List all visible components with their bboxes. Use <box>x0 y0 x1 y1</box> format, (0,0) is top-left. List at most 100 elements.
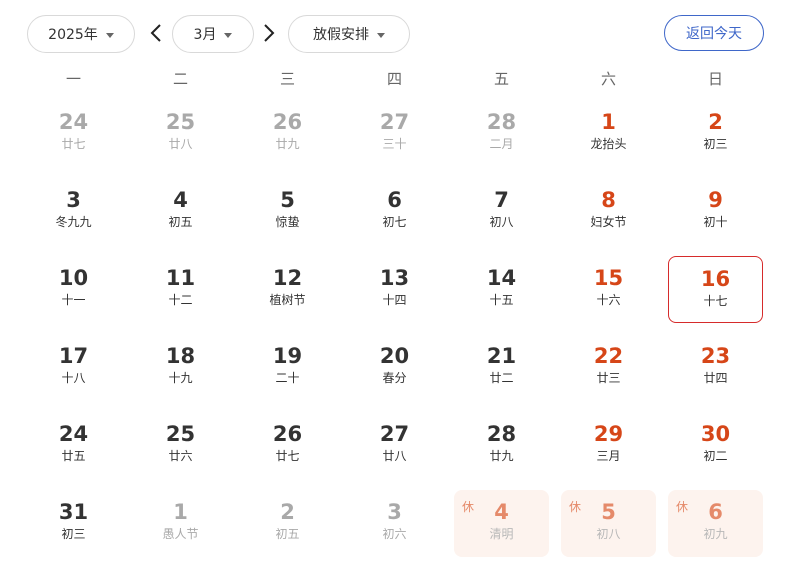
calendar-day[interactable]: 22 廿三 <box>561 334 656 401</box>
weekday-label: 四 <box>386 70 402 88</box>
calendar-day[interactable]: 29 三月 <box>561 412 656 479</box>
day-number: 5 <box>280 188 295 212</box>
calendar-day[interactable]: 25 廿八 <box>133 100 228 167</box>
month-select-label: 3月 <box>193 27 217 43</box>
calendar-day[interactable]: 28 二月 <box>454 100 549 167</box>
calendar-day[interactable]: 3 初六 <box>347 490 442 557</box>
calendar-day[interactable]: 5 惊蛰 <box>240 178 335 245</box>
day-number: 25 <box>165 422 196 446</box>
day-number: 28 <box>486 110 517 134</box>
day-number: 8 <box>601 188 616 212</box>
day-number: 22 <box>593 344 624 368</box>
calendar-grid: 24 廿七 25 廿八 26 廿九 27 三十 28 二月 1 龙抬头 2 初三 3 冬九九 4 初五 5 惊蛰 6 初七… <box>20 100 772 570</box>
chevron-left-icon <box>150 24 161 42</box>
calendar-day[interactable]: 20 春分 <box>347 334 442 401</box>
month-select[interactable]: 3月 <box>172 15 254 53</box>
lunar-date: 初八 <box>596 527 621 541</box>
calendar-day[interactable]: 23 廿四 <box>668 334 763 401</box>
calendar-day[interactable]: 12 植树节 <box>240 256 335 323</box>
calendar-day[interactable]: 6 初七 <box>347 178 442 245</box>
weekday-label: 日 <box>707 70 723 88</box>
calendar-day[interactable]: 11 十二 <box>133 256 228 323</box>
day-number: 14 <box>486 266 517 290</box>
calendar-day[interactable]: 2 初五 <box>240 490 335 557</box>
day-number: 26 <box>272 422 303 446</box>
lunar-date: 初五 <box>168 215 193 229</box>
day-number: 7 <box>494 188 509 212</box>
lunar-date: 妇女节 <box>590 215 627 229</box>
lunar-date: 初十 <box>703 215 728 229</box>
day-number: 20 <box>379 344 410 368</box>
calendar-day-today[interactable]: 16 十七 <box>668 256 763 323</box>
calendar-day[interactable]: 30 初二 <box>668 412 763 479</box>
calendar-day[interactable]: 3 冬九九 <box>26 178 121 245</box>
calendar-day[interactable]: 27 三十 <box>347 100 442 167</box>
day-number: 15 <box>593 266 624 290</box>
chevron-right-icon <box>264 24 275 42</box>
calendar-day[interactable]: 19 二十 <box>240 334 335 401</box>
lunar-date: 惊蛰 <box>275 215 300 229</box>
calendar-day[interactable]: 休 5 初八 <box>561 490 656 557</box>
lunar-date: 三月 <box>596 449 621 463</box>
chevron-down-icon <box>377 32 385 38</box>
lunar-date: 十一 <box>61 293 86 307</box>
lunar-date: 植树节 <box>269 293 306 307</box>
day-number: 27 <box>379 110 410 134</box>
lunar-date: 初八 <box>489 215 514 229</box>
day-number: 1 <box>601 110 616 134</box>
day-number: 2 <box>708 110 723 134</box>
lunar-date: 廿二 <box>489 371 514 385</box>
lunar-date: 初七 <box>382 215 407 229</box>
holiday-select-label: 放假安排 <box>313 27 369 43</box>
calendar-day[interactable]: 25 廿六 <box>133 412 228 479</box>
calendar-day[interactable]: 休 6 初九 <box>668 490 763 557</box>
calendar-day[interactable]: 26 廿七 <box>240 412 335 479</box>
calendar-day[interactable]: 17 十八 <box>26 334 121 401</box>
lunar-date: 春分 <box>382 371 407 385</box>
lunar-date: 清明 <box>489 527 514 541</box>
calendar-day[interactable]: 28 廿九 <box>454 412 549 479</box>
holiday-badge: 休 <box>569 500 582 514</box>
calendar-day[interactable]: 15 十六 <box>561 256 656 323</box>
day-number: 21 <box>486 344 517 368</box>
calendar-day[interactable]: 9 初十 <box>668 178 763 245</box>
calendar-day[interactable]: 1 龙抬头 <box>561 100 656 167</box>
holiday-badge: 休 <box>462 500 475 514</box>
back-to-today-button[interactable]: 返回今天 <box>664 15 764 51</box>
lunar-date: 廿三 <box>596 371 621 385</box>
calendar-day[interactable]: 10 十一 <box>26 256 121 323</box>
calendar-day[interactable]: 1 愚人节 <box>133 490 228 557</box>
day-number: 13 <box>379 266 410 290</box>
lunar-date: 十四 <box>382 293 407 307</box>
calendar-day[interactable]: 31 初三 <box>26 490 121 557</box>
day-number: 3 <box>387 500 402 524</box>
calendar-day[interactable]: 2 初三 <box>668 100 763 167</box>
calendar-day[interactable]: 24 廿七 <box>26 100 121 167</box>
calendar-day[interactable]: 27 廿八 <box>347 412 442 479</box>
next-month-button[interactable] <box>262 19 276 47</box>
lunar-date: 廿四 <box>703 371 728 385</box>
calendar-day[interactable]: 18 十九 <box>133 334 228 401</box>
calendar-day[interactable]: 8 妇女节 <box>561 178 656 245</box>
day-number: 1 <box>173 500 188 524</box>
calendar-day[interactable]: 24 廿五 <box>26 412 121 479</box>
day-number: 25 <box>165 110 196 134</box>
lunar-date: 十六 <box>596 293 621 307</box>
day-number: 12 <box>272 266 303 290</box>
prev-month-button[interactable] <box>149 19 163 47</box>
day-number: 18 <box>165 344 196 368</box>
calendar-day[interactable]: 4 初五 <box>133 178 228 245</box>
lunar-date: 愚人节 <box>162 527 199 541</box>
lunar-date: 廿七 <box>61 137 86 151</box>
calendar-day[interactable]: 14 十五 <box>454 256 549 323</box>
calendar-day[interactable]: 休 4 清明 <box>454 490 549 557</box>
day-number: 16 <box>700 267 731 291</box>
day-number: 24 <box>58 422 89 446</box>
calendar-day[interactable]: 7 初八 <box>454 178 549 245</box>
calendar-day[interactable]: 21 廿二 <box>454 334 549 401</box>
calendar-day[interactable]: 26 廿九 <box>240 100 335 167</box>
year-select[interactable]: 2025年 <box>27 15 135 53</box>
holiday-select[interactable]: 放假安排 <box>288 15 410 53</box>
calendar-day[interactable]: 13 十四 <box>347 256 442 323</box>
weekday-header: 一 二 三 四 五 六 日 <box>20 66 772 92</box>
